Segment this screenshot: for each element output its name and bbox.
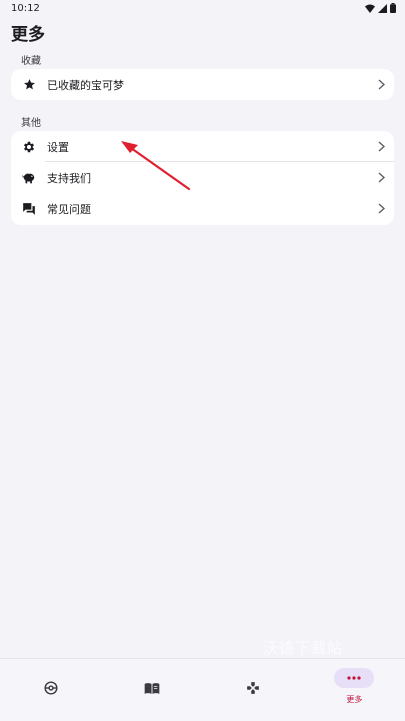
nav-item-more[interactable]: 更多	[304, 659, 405, 721]
menu-item-settings[interactable]: 设置	[11, 131, 394, 162]
nav-label-more: 更多	[346, 695, 363, 704]
piggy-bank-icon	[22, 171, 36, 185]
watermark-text: 沃德下载站	[263, 639, 344, 657]
menu-item-label: 常见问题	[47, 202, 91, 216]
menu-item-label: 已收藏的宝可梦	[47, 78, 124, 92]
annotation-arrow	[121, 141, 191, 191]
battery-icon	[390, 3, 396, 13]
active-indicator	[334, 668, 375, 688]
status-bar: 10:12	[0, 0, 405, 16]
menu-item-label: 设置	[47, 140, 69, 154]
section-label-other: 其他	[21, 118, 41, 129]
chevron-right-icon	[376, 141, 386, 153]
wifi-icon	[365, 4, 375, 13]
nav-item-games[interactable]	[203, 659, 304, 721]
gamepad-icon	[245, 680, 261, 696]
menu-item-support-us[interactable]: 支持我们	[11, 162, 394, 193]
pokeball-icon	[43, 680, 59, 696]
nav-item-guide[interactable]	[101, 659, 202, 721]
page-title: 更多	[11, 25, 45, 45]
book-icon	[144, 680, 160, 696]
status-icons	[365, 3, 396, 13]
menu-item-favorite-pokemon[interactable]: 已收藏的宝可梦	[11, 69, 394, 100]
status-time: 10:12	[11, 2, 40, 14]
gear-icon	[22, 140, 36, 154]
section-label-favorites: 收藏	[21, 56, 41, 67]
other-card: 设置 支持我们 常见问题	[11, 131, 394, 225]
menu-item-faq[interactable]: 常见问题	[11, 193, 394, 224]
nav-item-pokedex[interactable]	[0, 659, 101, 721]
more-dots-icon	[347, 676, 361, 680]
menu-item-label: 支持我们	[47, 171, 91, 185]
chevron-right-icon	[376, 172, 386, 184]
favorites-card: 已收藏的宝可梦	[11, 69, 394, 100]
bottom-nav: 更多	[0, 658, 405, 721]
chat-bubbles-icon	[22, 202, 36, 216]
star-icon	[22, 78, 36, 92]
chevron-right-icon	[376, 79, 386, 91]
chevron-right-icon	[376, 203, 386, 215]
signal-icon	[378, 3, 387, 13]
